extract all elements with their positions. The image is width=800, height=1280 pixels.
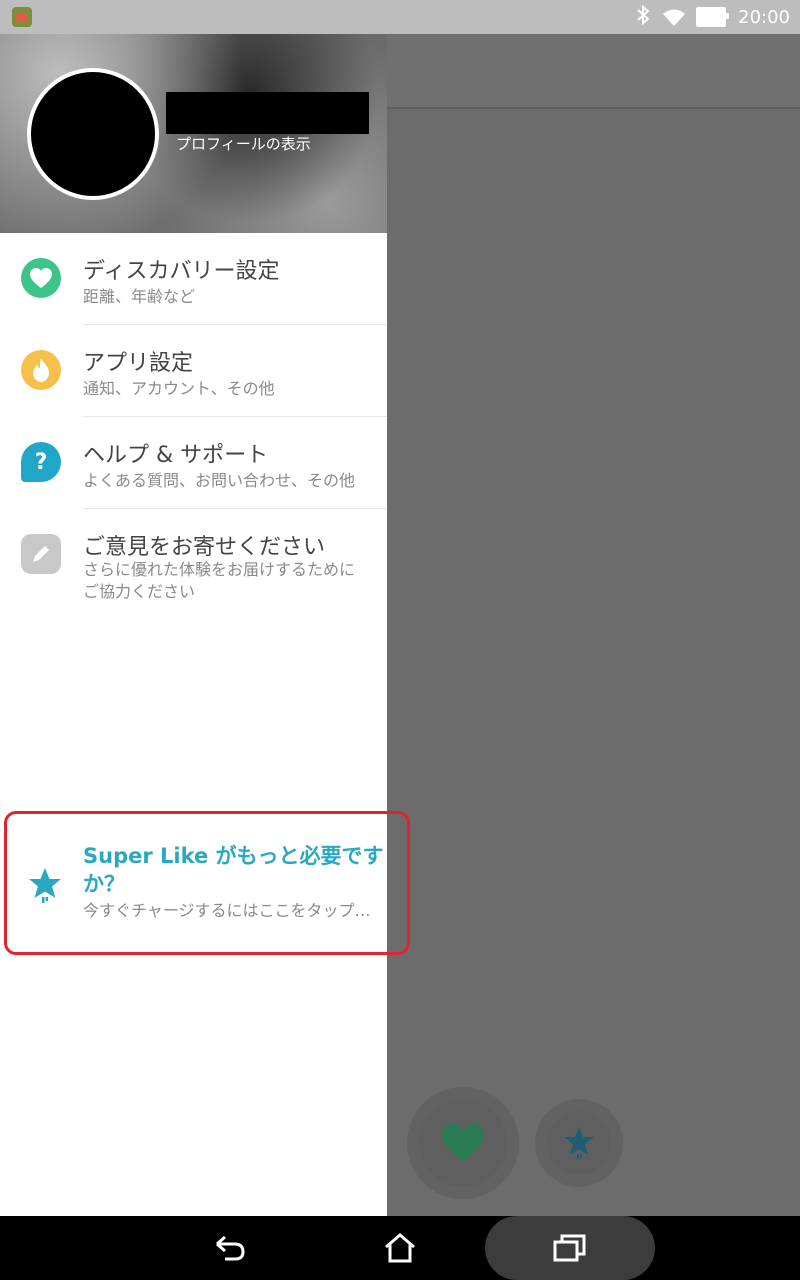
menu-item-title: ディスカバリー設定 — [83, 259, 280, 284]
drawer-menu: ディスカバリー設定 距離、年齢など アプリ設定 通知、アカウント、その他 ? ヘ… — [0, 233, 410, 955]
background-divider — [387, 107, 800, 109]
bluetooth-icon — [636, 4, 650, 30]
menu-item-discovery-settings[interactable]: ディスカバリー設定 距離、年齢など — [0, 233, 387, 325]
dimmed-background[interactable] — [387, 34, 800, 1216]
android-app-icon — [12, 7, 32, 27]
back-icon — [216, 1235, 245, 1261]
subtitle-line-2: ご協力ください — [83, 582, 196, 601]
drawer-header[interactable]: プロフィールの表示 — [0, 34, 387, 233]
status-icons: 20:00 — [636, 0, 790, 34]
menu-item-title: ご意見をお寄せください — [83, 535, 326, 560]
superlike-subtitle: 今すぐチャージするにはここをタップ… — [83, 901, 371, 920]
superlike-title: Super Like がもっと必要ですか？ — [83, 844, 384, 896]
menu-item-feedback[interactable]: ご意見をお寄せください さらに優れた体験をお届けするために ご協力ください — [0, 509, 387, 614]
menu-item-title: アプリ設定 — [83, 351, 194, 376]
back-button[interactable] — [195, 1216, 265, 1280]
question-icon: ? — [21, 442, 61, 482]
background-app-bar — [387, 34, 800, 107]
recents-button[interactable] — [485, 1216, 655, 1280]
system-nav-bar — [0, 1216, 800, 1280]
wifi-icon — [662, 9, 686, 26]
home-button[interactable] — [365, 1216, 435, 1280]
flame-icon — [21, 350, 61, 390]
clock: 20:00 — [738, 6, 790, 28]
menu-item-subtitle: よくある質問、お問い合わせ、その他 — [83, 471, 356, 490]
heart-icon — [21, 258, 61, 298]
star-icon — [564, 1127, 594, 1159]
menu-item-subtitle: さらに優れた体験をお届けするために ご協力ください — [83, 559, 355, 603]
status-bar: 20:00 — [0, 0, 800, 34]
menu-item-subtitle: 通知、アカウント、その他 — [83, 379, 275, 398]
menu-item-subtitle: 距離、年齢など — [83, 287, 196, 306]
pencil-icon — [21, 534, 61, 574]
user-name-redacted — [166, 92, 369, 134]
recents-icon — [553, 1234, 586, 1262]
star-icon — [29, 868, 61, 903]
superlike-button[interactable] — [535, 1099, 623, 1187]
like-button[interactable] — [407, 1087, 519, 1199]
avatar[interactable] — [27, 68, 159, 200]
superlike-promo-item[interactable]: Super Like がもっと必要ですか？ 今すぐチャージするにはここをタップ… — [4, 811, 410, 955]
menu-item-app-settings[interactable]: アプリ設定 通知、アカウント、その他 — [0, 325, 387, 417]
subtitle-line-1: さらに優れた体験をお届けするために — [83, 560, 356, 579]
menu-item-help-support[interactable]: ? ヘルプ & サポート よくある質問、お問い合わせ、その他 — [0, 417, 387, 509]
heart-icon — [442, 1124, 484, 1161]
view-profile-link[interactable]: プロフィールの表示 — [176, 133, 311, 154]
battery-icon — [696, 7, 730, 27]
menu-item-title: ヘルプ & サポート — [83, 443, 269, 468]
home-icon — [385, 1233, 415, 1263]
navigation-drawer: プロフィールの表示 ディスカバリー設定 距離、年齢など アプリ設定 通知、アカウ… — [0, 34, 410, 1216]
